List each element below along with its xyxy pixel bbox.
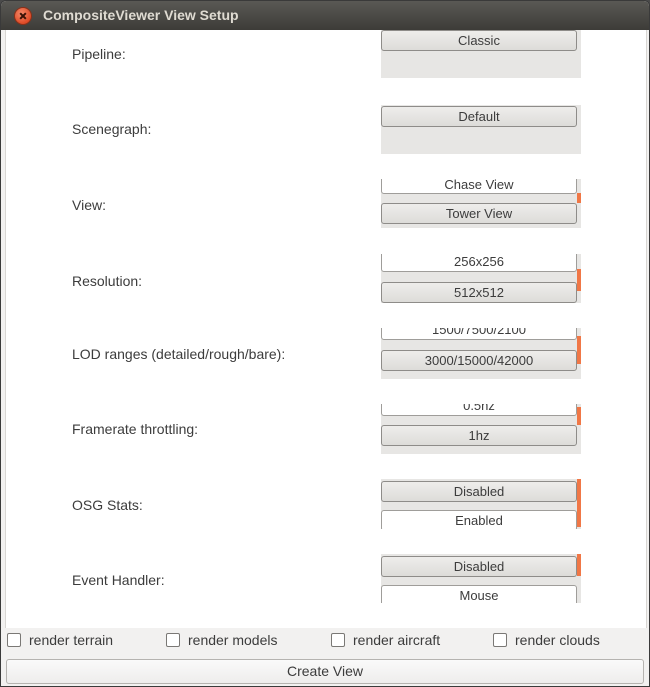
render-terrain-checkbox[interactable]: render terrain xyxy=(7,632,113,648)
event-handler-option-disabled[interactable]: Disabled xyxy=(381,556,577,577)
lod-list-scrollbar[interactable] xyxy=(577,336,581,364)
resolution-list-scrollbar[interactable] xyxy=(577,269,581,291)
render-aircraft-label: render aircraft xyxy=(353,632,441,648)
create-view-button[interactable]: Create View xyxy=(6,659,644,684)
view-list-scrollbar[interactable] xyxy=(577,193,581,203)
render-clouds-label: render clouds xyxy=(515,632,600,648)
resolution-list[interactable]: 256x256 512x512 xyxy=(381,254,581,303)
view-label: View: xyxy=(72,197,106,213)
pipeline-list[interactable]: Classic xyxy=(381,30,581,78)
scenegraph-label: Scenegraph: xyxy=(72,121,152,137)
render-clouds-checkbox[interactable]: render clouds xyxy=(493,632,600,648)
window-title: CompositeViewer View Setup xyxy=(43,7,239,23)
lod-option-1500[interactable]: 1500/7500/2100 xyxy=(381,328,577,340)
resolution-option-512[interactable]: 512x512 xyxy=(381,282,577,303)
setup-panel: Pipeline: Classic Scenegraph: Default Vi… xyxy=(5,30,647,628)
pipeline-option-classic[interactable]: Classic xyxy=(381,30,577,51)
composite-viewer-window: CompositeViewer View Setup Pipeline: Cla… xyxy=(0,0,650,687)
resolution-option-256[interactable]: 256x256 xyxy=(381,254,577,272)
checkbox-icon[interactable] xyxy=(7,633,21,647)
scenegraph-list[interactable]: Default xyxy=(381,105,581,154)
view-list[interactable]: Chase View Tower View xyxy=(381,179,581,228)
lod-label: LOD ranges (detailed/rough/bare): xyxy=(72,346,286,362)
event-handler-option-mouse[interactable]: Mouse xyxy=(381,585,577,603)
render-models-checkbox[interactable]: render models xyxy=(166,632,278,648)
render-models-label: render models xyxy=(188,632,278,648)
view-option-chase[interactable]: Chase View xyxy=(381,179,577,194)
close-icon[interactable] xyxy=(15,8,31,24)
event-handler-list-scrollbar[interactable] xyxy=(577,554,581,576)
osg-stats-option-enabled[interactable]: Enabled xyxy=(381,510,577,529)
osg-stats-label: OSG Stats: xyxy=(72,497,143,513)
checkbox-icon[interactable] xyxy=(166,633,180,647)
framerate-list[interactable]: 0.5hz 1hz xyxy=(381,404,581,454)
render-aircraft-checkbox[interactable]: render aircraft xyxy=(331,632,440,648)
checkbox-icon[interactable] xyxy=(331,633,345,647)
event-handler-label: Event Handler: xyxy=(72,572,165,588)
lod-list[interactable]: 1500/7500/2100 3000/15000/42000 xyxy=(381,328,581,379)
osg-stats-list[interactable]: Disabled Enabled xyxy=(381,479,581,529)
osg-stats-list-scrollbar[interactable] xyxy=(577,479,581,527)
view-option-tower[interactable]: Tower View xyxy=(381,203,577,224)
checkbox-icon[interactable] xyxy=(493,633,507,647)
osg-stats-option-disabled[interactable]: Disabled xyxy=(381,481,577,502)
event-handler-list[interactable]: Disabled Mouse xyxy=(381,554,581,603)
lod-option-3000[interactable]: 3000/15000/42000 xyxy=(381,350,577,371)
framerate-option-0-5hz[interactable]: 0.5hz xyxy=(381,404,577,416)
pipeline-label: Pipeline: xyxy=(72,46,126,62)
framerate-label: Framerate throttling: xyxy=(72,421,199,437)
resolution-label: Resolution: xyxy=(72,273,143,289)
title-bar: CompositeViewer View Setup xyxy=(1,1,649,30)
framerate-option-1hz[interactable]: 1hz xyxy=(381,425,577,446)
framerate-list-scrollbar[interactable] xyxy=(577,407,581,425)
scenegraph-option-default[interactable]: Default xyxy=(381,106,577,127)
render-terrain-label: render terrain xyxy=(29,632,114,648)
